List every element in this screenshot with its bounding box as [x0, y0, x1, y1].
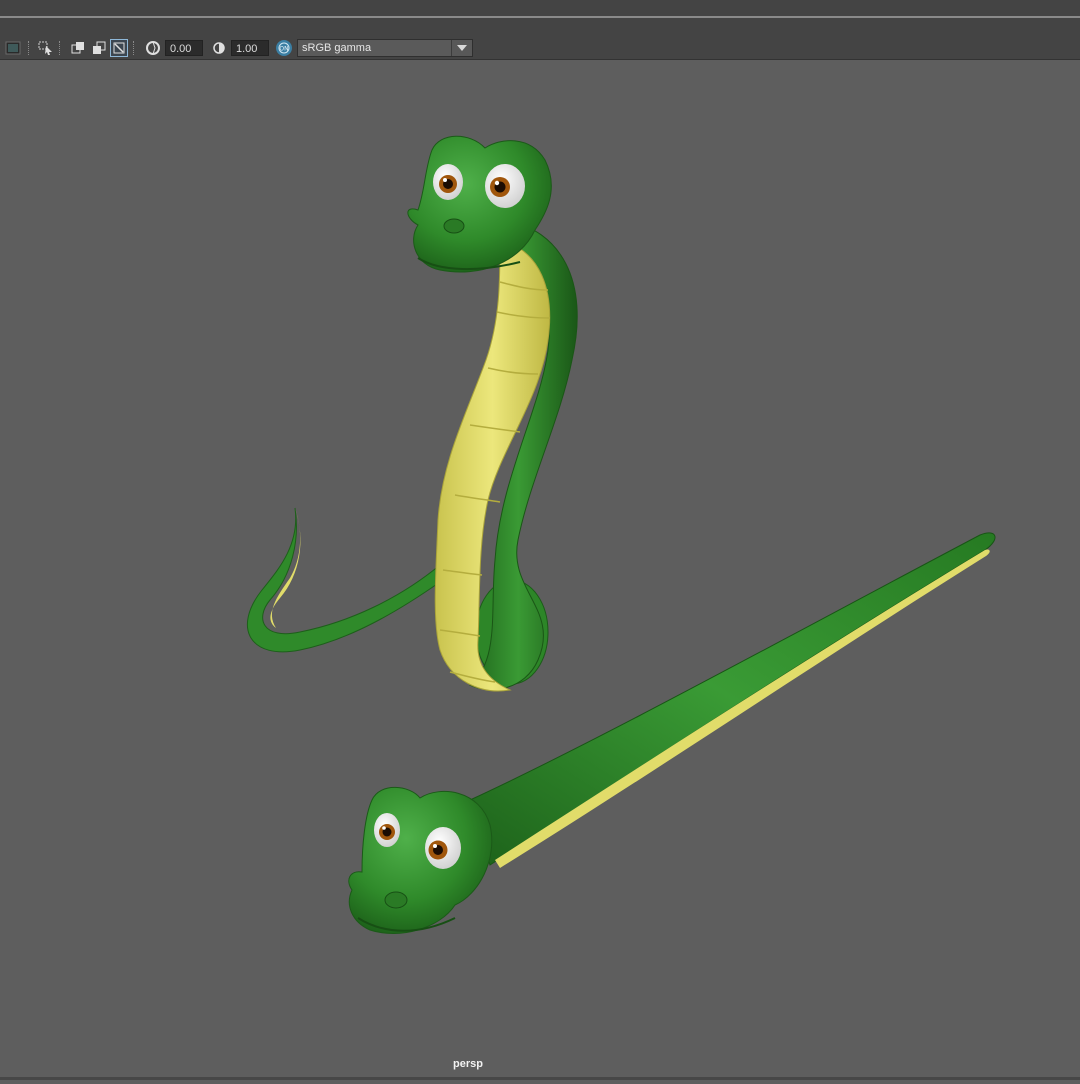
toolbar-separator [59, 41, 62, 55]
gamma-icon[interactable] [210, 39, 228, 57]
panel-header [0, 18, 1080, 36]
viewport-toolbar: 0.00 1.00 ON sRGB gamma [0, 36, 1080, 60]
isolate-select-icon[interactable] [110, 39, 128, 57]
snake-upright[interactable] [246, 135, 578, 692]
resolution-gate-icon[interactable] [69, 39, 87, 57]
colorspace-dropdown[interactable]: sRGB gamma [297, 39, 473, 57]
xray-icon[interactable] [90, 39, 108, 57]
svg-text:ON: ON [279, 46, 288, 53]
toolbar-separator [133, 41, 136, 55]
gamma-field[interactable]: 1.00 [231, 40, 269, 56]
color-management-icon[interactable]: ON [275, 39, 293, 57]
viewport-shading-icon[interactable] [4, 39, 22, 57]
exposure-icon[interactable] [144, 39, 162, 57]
chevron-down-icon[interactable] [451, 40, 472, 56]
camera-name-label: persp [453, 1058, 483, 1070]
exposure-field[interactable]: 0.00 [165, 40, 203, 56]
select-camera-icon[interactable] [37, 39, 55, 57]
menu-strip [0, 0, 1080, 16]
toolbar-separator [28, 41, 31, 55]
3d-viewport[interactable] [0, 60, 1080, 1080]
colorspace-value: sRGB gamma [302, 42, 372, 54]
viewport-scene [246, 135, 996, 934]
